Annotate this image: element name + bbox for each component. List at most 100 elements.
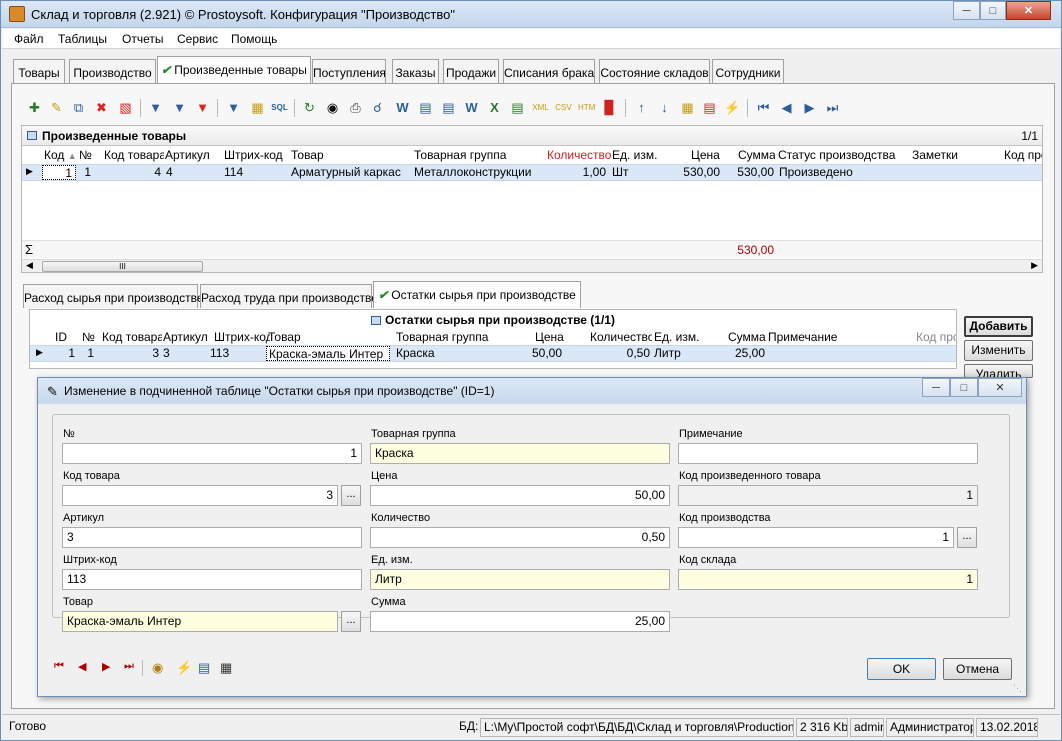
menu-service[interactable]: Сервис: [177, 32, 218, 46]
cell[interactable]: 3: [102, 346, 159, 360]
tab-production[interactable]: Производство: [69, 59, 156, 83]
cell[interactable]: 530,00: [662, 165, 720, 179]
add-icon[interactable]: ✚: [26, 99, 43, 116]
tab-warehouse-state[interactable]: Состояние складов: [599, 59, 710, 83]
col-header[interactable]: ID: [55, 330, 71, 344]
fields-icon[interactable]: ▤: [701, 99, 718, 116]
maximize-icon[interactable]: □: [980, 1, 1006, 20]
article-field[interactable]: 3: [62, 527, 362, 548]
cell[interactable]: 1: [42, 165, 76, 180]
minimize-icon[interactable]: ─: [953, 1, 980, 20]
product-field[interactable]: Краска-эмаль Интер: [62, 611, 338, 632]
sort-desc-icon[interactable]: ↓: [656, 99, 673, 116]
cell[interactable]: 1: [55, 346, 75, 360]
number-field[interactable]: 1: [62, 443, 362, 464]
cell[interactable]: 0,50: [590, 346, 650, 360]
tab-produced-goods[interactable]: ✔ Произведенные товары: [157, 56, 311, 83]
filter-clear-icon[interactable]: ▼: [194, 99, 211, 116]
cell[interactable]: Литр: [654, 346, 700, 360]
table-row[interactable]: ▶ 1 1 4 4 114 Арматурный каркас Металлок…: [22, 164, 1042, 181]
col-header[interactable]: Статус производства: [778, 148, 908, 162]
delete-button[interactable]: Удалить: [964, 364, 1033, 378]
subtab-material-usage[interactable]: Расход сырья при производстве: [23, 284, 204, 308]
export-word2-icon[interactable]: W: [463, 99, 480, 116]
subtab-labor-usage[interactable]: Расход труда при производстве: [200, 284, 378, 308]
export-xls-icon[interactable]: ▤: [509, 99, 526, 116]
col-header[interactable]: №: [82, 330, 98, 344]
export-xml-icon[interactable]: XML: [532, 99, 549, 116]
cell[interactable]: Арматурный каркас: [291, 165, 411, 179]
col-header[interactable]: Артикул: [165, 148, 221, 162]
tab-orders[interactable]: Заказы: [392, 59, 439, 83]
edit-icon[interactable]: ✎: [48, 99, 65, 116]
menu-tables[interactable]: Таблицы: [58, 32, 107, 46]
tab-goods[interactable]: Товары: [13, 59, 65, 83]
prev-record-icon[interactable]: ◀: [78, 660, 86, 673]
cell[interactable]: 113: [210, 346, 266, 360]
export-rtf-icon[interactable]: ▤: [440, 99, 457, 116]
col-header[interactable]: Товарная группа: [414, 148, 536, 162]
col-header[interactable]: Товар: [268, 330, 388, 344]
scroll-right-icon[interactable]: ▶: [1031, 260, 1038, 271]
production-code-picker-button[interactable]: ...: [957, 527, 977, 548]
cell[interactable]: 1: [82, 346, 94, 360]
cell[interactable]: 1,00: [542, 165, 606, 179]
filter-add-icon[interactable]: ▼: [171, 99, 188, 116]
scroll-thumb[interactable]: III: [42, 261, 203, 272]
edit-button[interactable]: Изменить: [964, 340, 1033, 361]
col-header[interactable]: Цена: [535, 330, 565, 344]
maximize-icon[interactable]: □: [950, 378, 978, 397]
col-header[interactable]: Артикул: [163, 330, 211, 344]
next-record-icon[interactable]: ▶: [801, 99, 818, 116]
note-field[interactable]: [678, 443, 978, 464]
warehouse-code-field[interactable]: 1: [678, 569, 978, 590]
cell[interactable]: 530,00: [722, 165, 774, 179]
barcode-field[interactable]: 113: [62, 569, 362, 590]
minimize-icon[interactable]: ─: [922, 378, 950, 397]
cancel-button[interactable]: Отмена: [943, 658, 1012, 680]
col-header[interactable]: Количество: [547, 148, 611, 162]
cell[interactable]: 4: [166, 165, 222, 179]
cell[interactable]: Краска: [396, 346, 506, 360]
col-header[interactable]: Цена: [691, 148, 721, 162]
filter-group-icon[interactable]: ▦: [249, 99, 266, 116]
col-header[interactable]: Товарная группа: [396, 330, 506, 344]
find-icon[interactable]: ◉: [324, 99, 341, 116]
close-icon[interactable]: ✕: [978, 378, 1022, 397]
close-icon[interactable]: ✕: [1006, 1, 1051, 20]
horizontal-scrollbar[interactable]: ◀ III ▶: [22, 259, 1042, 272]
col-header[interactable]: Код про: [1004, 148, 1042, 162]
tab-writeoffs[interactable]: Списания брака: [503, 59, 595, 83]
subtab-material-remains[interactable]: ✔ Остатки сырья при производстве: [373, 281, 581, 308]
cell[interactable]: 25,00: [710, 346, 765, 360]
add-button[interactable]: Добавить: [964, 316, 1033, 337]
last-record-icon[interactable]: ⏭: [124, 660, 134, 673]
col-header[interactable]: Код про: [916, 330, 956, 344]
menu-help[interactable]: Помощь: [231, 32, 277, 46]
cell[interactable]: Шт: [612, 165, 652, 179]
tab-sales[interactable]: Продажи: [443, 59, 499, 83]
col-header[interactable]: Количество: [590, 330, 652, 344]
col-header[interactable]: Сумма: [728, 330, 768, 344]
palette-icon[interactable]: ◉: [152, 660, 163, 676]
export-doc-icon[interactable]: ▤: [417, 99, 434, 116]
first-record-icon[interactable]: ⏮: [54, 660, 64, 673]
col-header[interactable]: Код товара: [102, 330, 162, 344]
col-header[interactable]: Штрих-код: [224, 148, 288, 162]
export-word-icon[interactable]: W: [394, 99, 411, 116]
production-code-field[interactable]: 1: [678, 527, 954, 548]
preview-icon[interactable]: ☌: [369, 99, 386, 116]
lightning-icon[interactable]: ⚡: [176, 660, 192, 676]
product-code-picker-button[interactable]: ...: [341, 485, 361, 506]
copy-icon[interactable]: ⧉: [70, 99, 87, 116]
table-row[interactable]: ▶ 1 1 3 3 113 Краска-эмаль Интер Краска …: [30, 345, 956, 362]
export-csv-icon[interactable]: CSV: [555, 99, 572, 116]
cell[interactable]: 3: [163, 346, 209, 360]
next-record-icon[interactable]: ▶: [102, 660, 110, 673]
form-settings-icon[interactable]: ▦: [220, 660, 232, 676]
columns-icon[interactable]: ▦: [679, 99, 696, 116]
col-header[interactable]: №: [79, 148, 95, 162]
delete-icon[interactable]: ✖: [93, 99, 110, 116]
cell[interactable]: Металлоконструкции: [414, 165, 536, 179]
cell[interactable]: Краска-эмаль Интер: [266, 346, 390, 361]
